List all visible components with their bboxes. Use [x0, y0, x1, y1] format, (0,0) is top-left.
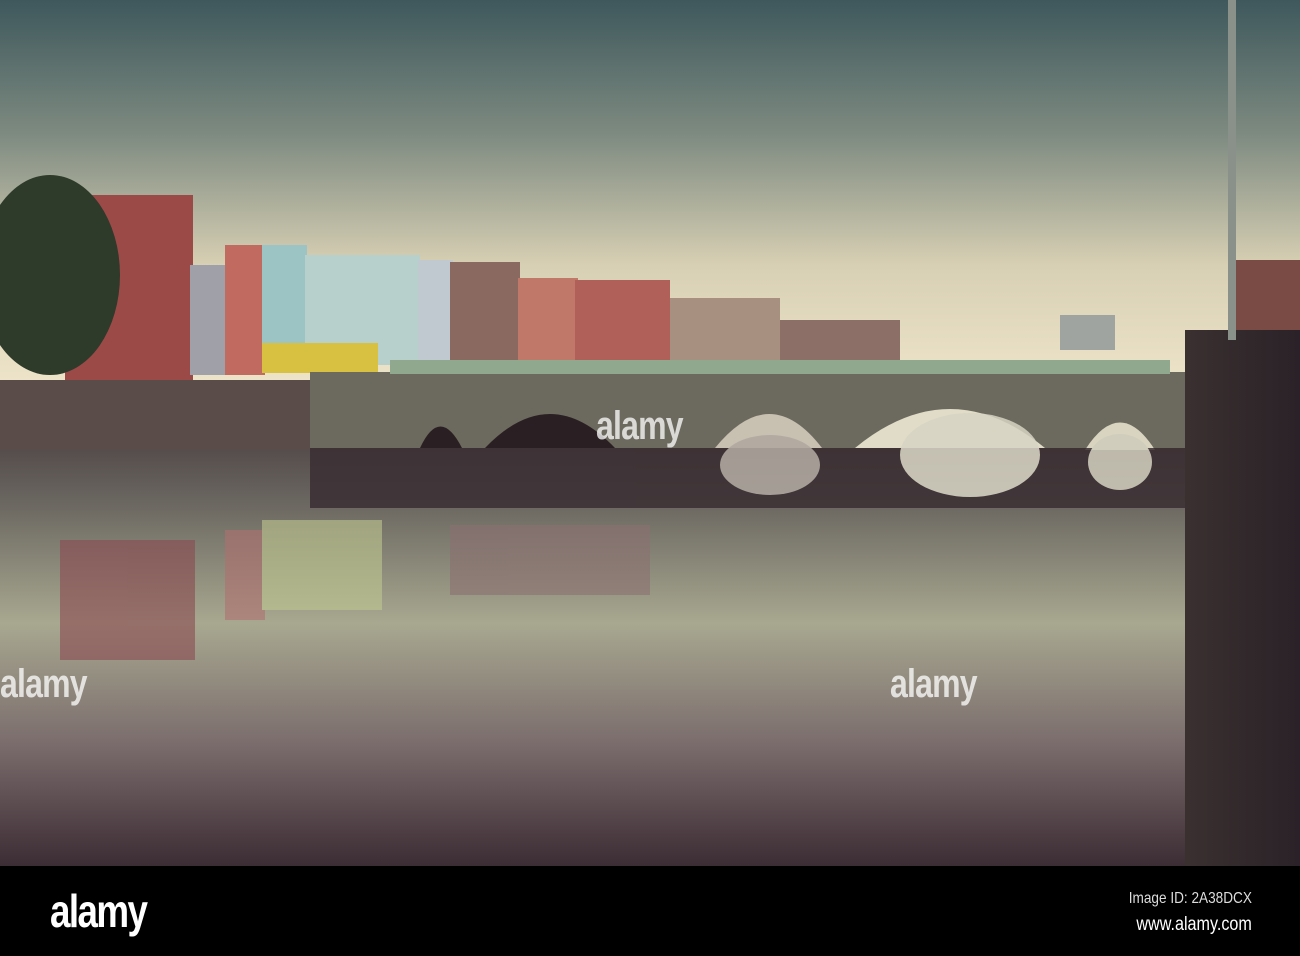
watermark: alamy — [0, 662, 88, 706]
quay-wall — [1185, 330, 1300, 866]
watermark: alamy — [596, 404, 684, 448]
site-url: www.alamy.com — [1136, 914, 1252, 935]
footer-bar: alamy Image ID: 2A38DCX www.alamy.com — [0, 866, 1300, 956]
alamy-logo: alamy — [50, 885, 148, 937]
lamp-pole — [1228, 0, 1236, 340]
watermark: alamy — [890, 662, 978, 706]
image-id: Image ID: 2A38DCX — [1128, 890, 1252, 907]
